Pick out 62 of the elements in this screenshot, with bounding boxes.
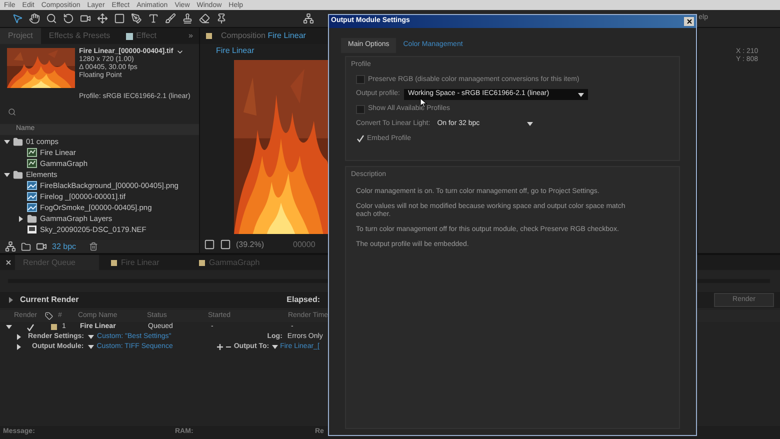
composition-icon xyxy=(27,148,37,157)
close-button[interactable] xyxy=(684,17,694,26)
pin-tool-icon[interactable] xyxy=(216,13,227,24)
checkbox[interactable] xyxy=(356,75,365,84)
image-file-icon xyxy=(27,192,37,201)
eraser-tool-icon[interactable] xyxy=(199,13,210,24)
bit-depth-button[interactable]: 32 bpc xyxy=(52,240,76,252)
checkbox-checked[interactable] xyxy=(26,322,35,332)
close-icon[interactable] xyxy=(6,260,11,265)
label-swatch xyxy=(111,260,117,266)
current-render-label: Current Render xyxy=(20,294,79,306)
new-composition-icon[interactable] xyxy=(36,241,47,252)
disclosure-triangle-icon[interactable] xyxy=(18,216,24,222)
composition-tab[interactable]: Composition Fire Linear xyxy=(221,30,306,42)
close-icon xyxy=(686,19,692,24)
flowchart-icon[interactable] xyxy=(5,241,16,252)
composition-icon xyxy=(27,159,37,168)
brush-tool-icon[interactable] xyxy=(165,13,176,24)
zoom-level[interactable]: (39.2%) xyxy=(236,238,264,250)
hand-tool-icon[interactable] xyxy=(29,13,40,24)
add-icon[interactable] xyxy=(216,344,223,350)
camera-tool-icon[interactable] xyxy=(80,13,91,24)
type-tool-icon[interactable] xyxy=(148,13,159,24)
effect-swatch xyxy=(126,32,134,40)
checkbox-checked[interactable] xyxy=(356,134,365,144)
timecode[interactable]: 00000 xyxy=(293,238,316,250)
disclosure-triangle-icon[interactable] xyxy=(6,324,12,330)
dropdown-icon[interactable] xyxy=(578,92,584,98)
composition-subtab[interactable]: Fire Linear xyxy=(216,45,254,57)
dropdown-icon[interactable] xyxy=(272,344,278,350)
label-swatch[interactable] xyxy=(206,33,212,39)
folder-icon xyxy=(27,214,37,224)
remove-icon[interactable] xyxy=(226,344,231,350)
search-icon[interactable] xyxy=(8,108,16,116)
overflow-button[interactable]: » xyxy=(188,30,193,42)
still-file-icon xyxy=(27,225,37,234)
tab-label: Effect xyxy=(136,30,156,42)
disclosure-triangle-icon[interactable] xyxy=(4,172,10,178)
folder-icon xyxy=(13,170,23,180)
trash-icon[interactable] xyxy=(89,242,98,251)
tab-label: Project xyxy=(8,30,33,42)
expand-triangle-icon[interactable] xyxy=(8,297,14,303)
image-file-icon xyxy=(27,203,37,212)
new-folder-icon[interactable] xyxy=(21,242,31,252)
dropdown-icon[interactable] xyxy=(527,121,534,127)
tab-label: Effects & Presets xyxy=(48,30,110,42)
stamp-tool-icon[interactable] xyxy=(182,13,193,24)
pan-tool-icon[interactable] xyxy=(97,13,108,24)
shape-tool-icon[interactable] xyxy=(114,13,125,24)
elapsed-label: Elapsed: xyxy=(286,294,320,306)
folder-icon xyxy=(13,136,23,146)
selection-tool-icon[interactable] xyxy=(12,13,23,24)
image-file-icon xyxy=(27,181,37,190)
label-icon[interactable] xyxy=(44,312,53,320)
disclosure-triangle-icon[interactable] xyxy=(4,138,10,144)
zoom-tool-icon[interactable] xyxy=(46,13,57,24)
dropdown-icon[interactable] xyxy=(176,48,184,56)
rotate-tool-icon[interactable] xyxy=(63,13,74,24)
label-swatch[interactable] xyxy=(51,324,57,330)
pen-tool-icon[interactable] xyxy=(131,13,142,24)
label-swatch xyxy=(199,260,205,266)
checkbox[interactable] xyxy=(356,104,365,114)
